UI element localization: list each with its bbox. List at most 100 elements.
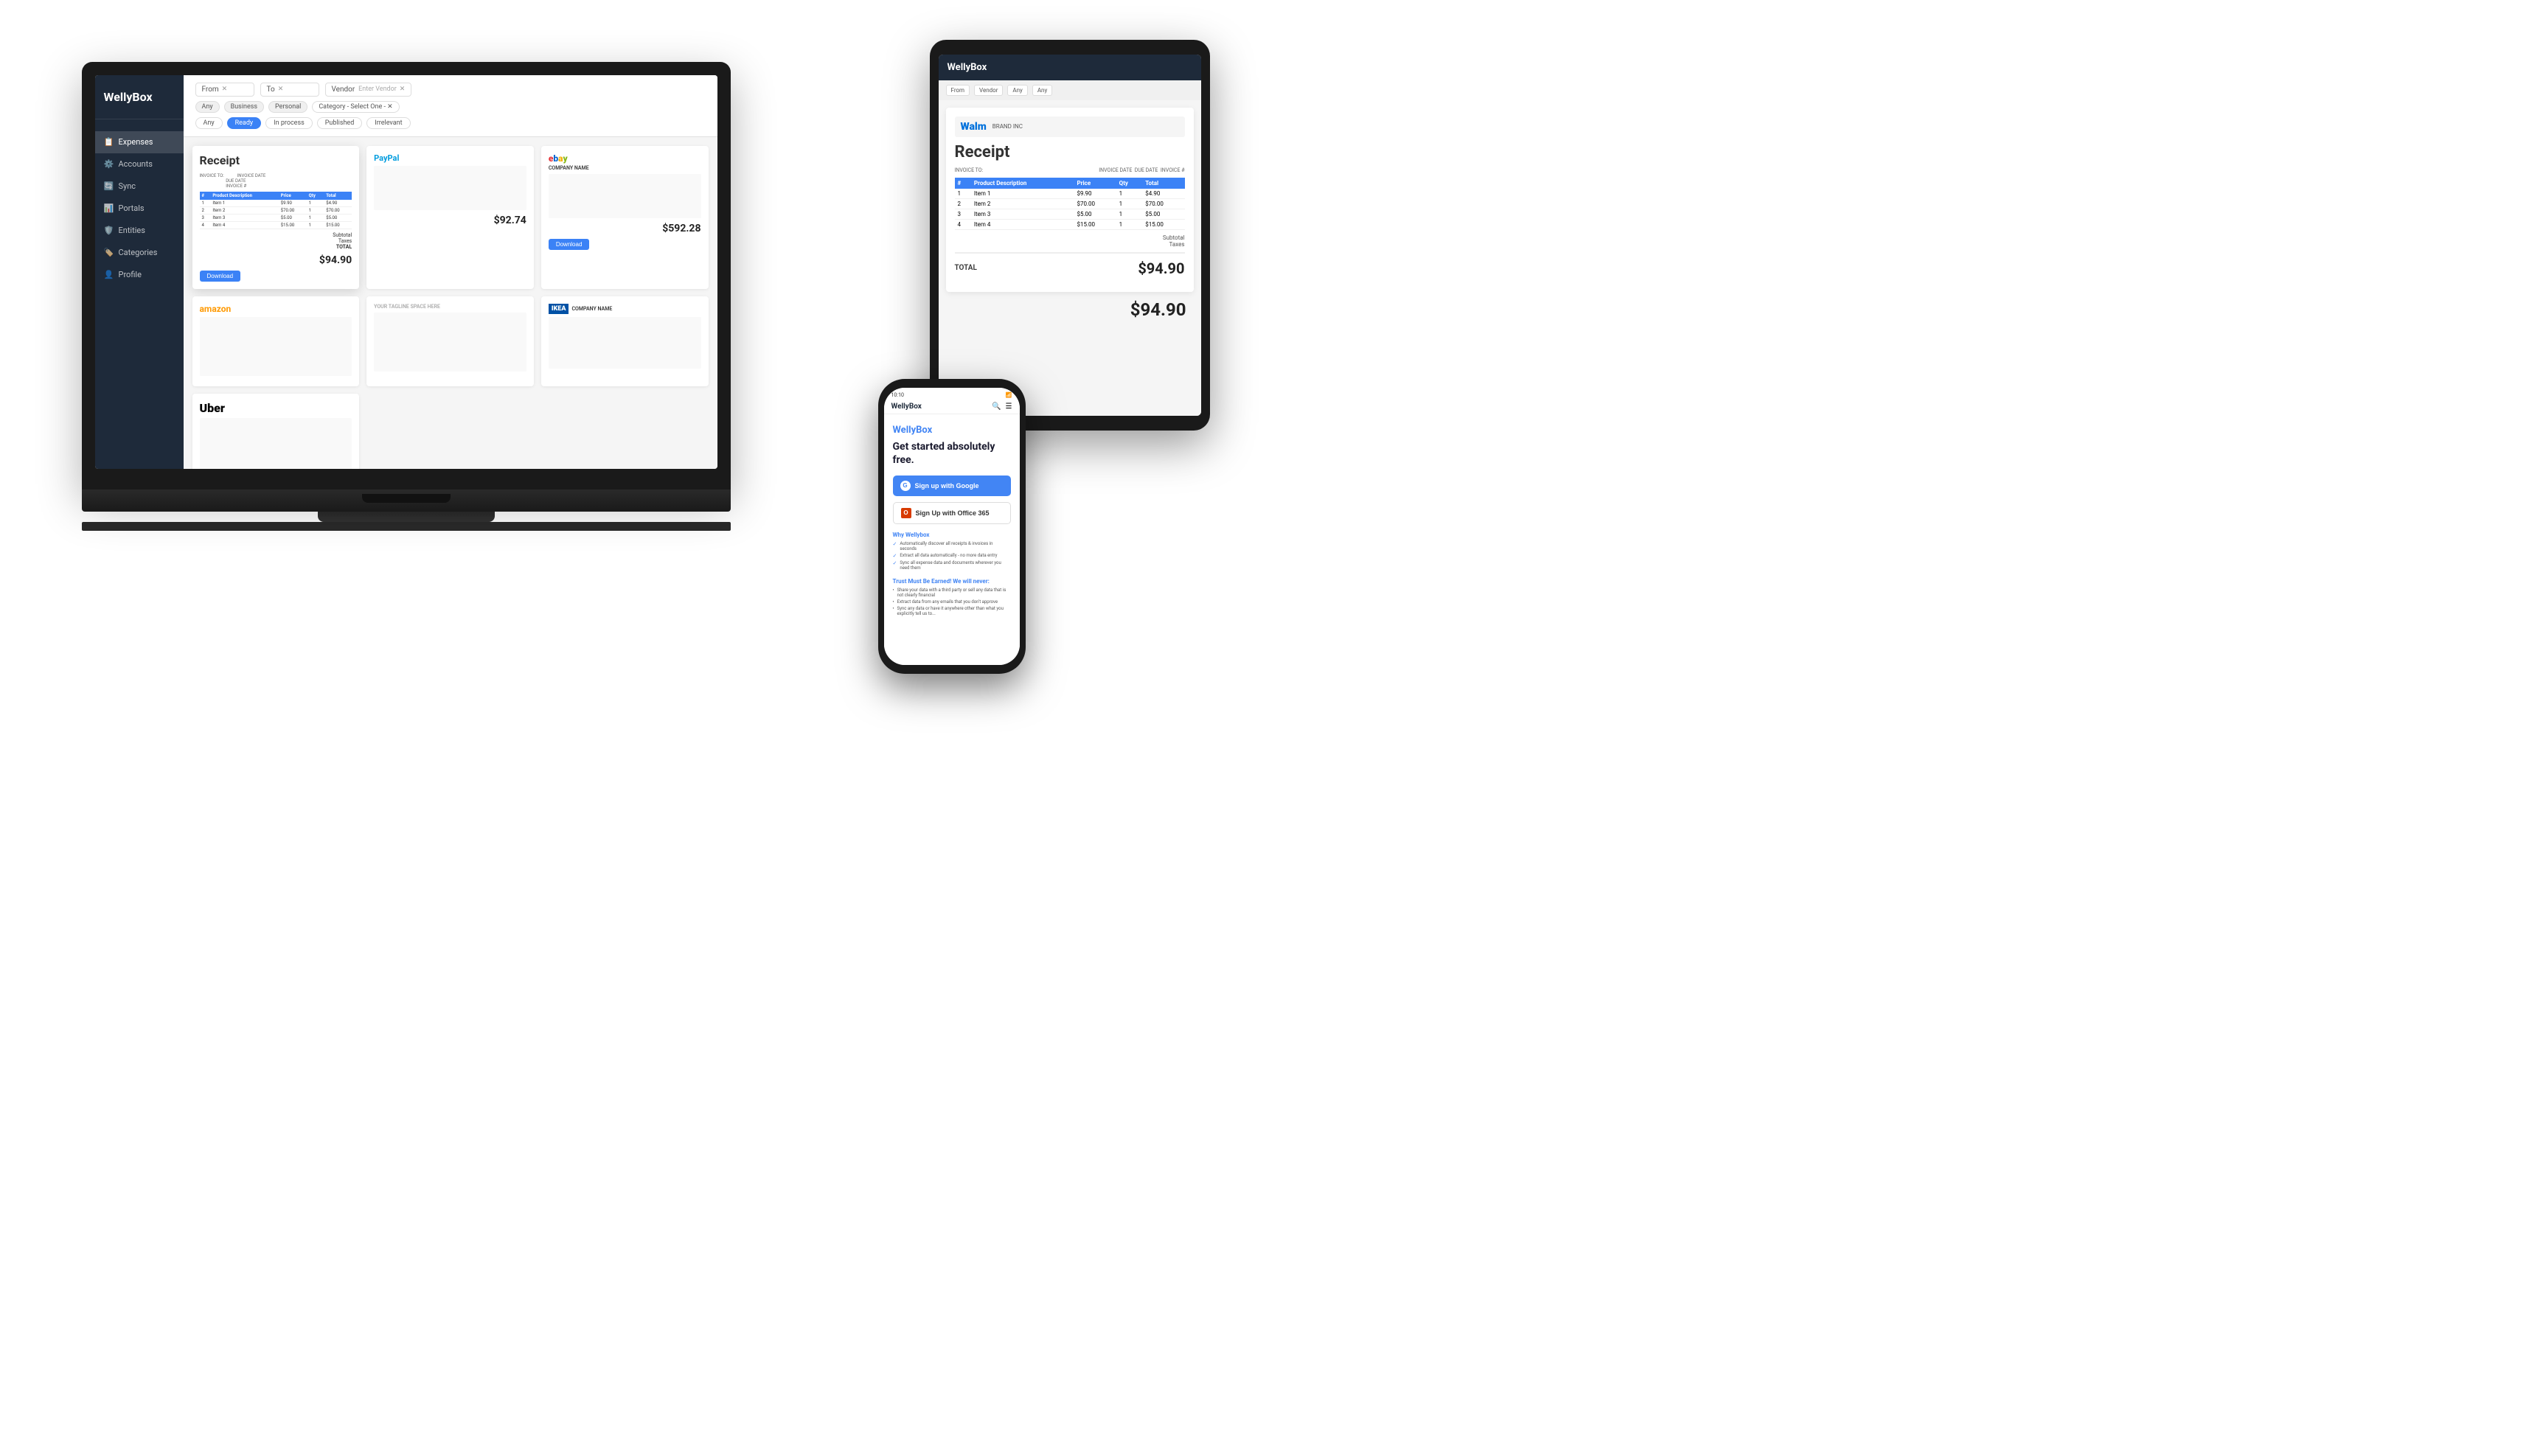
tablet-body: WellyBox From Vendor Any Any [930, 40, 1210, 431]
receipt-card-1: Receipt INVOICE TO: INVOICE DATE DUE DAT… [192, 146, 360, 289]
tablet-total-row: TOTAL $94.90 [955, 252, 1185, 283]
sync-icon: 🔄 [104, 181, 114, 192]
receipt-1-title: Receipt [200, 153, 352, 167]
col-price: Price [1074, 178, 1116, 189]
phone: 10:10 📶 WellyBox 🔍 ☰ WellyBox Get starte… [878, 379, 1026, 674]
ebay-download[interactable]: Download [549, 239, 590, 250]
search-icon[interactable]: 🔍 [992, 403, 1001, 411]
amazon-content [200, 317, 352, 376]
sidebar-item-expenses[interactable]: 📋 Expenses [95, 131, 184, 153]
tablet-total-label: TOTAL [955, 264, 977, 272]
bullet-2: • [893, 599, 894, 605]
vendor-input[interactable]: Vendor Enter Vendor ✕ [325, 83, 412, 97]
tablet-receipt-title: Receipt [955, 143, 1185, 161]
ikea-brand: IKEA [549, 304, 569, 314]
tablet-receipt-area: Walm BRAND INC Receipt INVOICE TO: INVOI… [939, 100, 1201, 416]
phone-screen: 10:10 📶 WellyBox 🔍 ☰ WellyBox Get starte… [884, 388, 1020, 665]
tag-personal[interactable]: Personal [268, 101, 307, 113]
paypal-amount: $92.74 [374, 215, 526, 226]
amazon-brand: amazon [200, 304, 352, 314]
ebay-content [549, 174, 701, 218]
laptop-body: WellyBox 📋 Expenses ⚙️ Accounts 🔄 Sync [82, 62, 731, 490]
tablet-any2-input[interactable]: Any [1032, 85, 1052, 96]
col-num: # [955, 178, 971, 189]
to-clear[interactable]: ✕ [278, 86, 284, 93]
tablet-content-wrapper: WellyBox From Vendor Any Any [939, 55, 1201, 416]
sidebar-item-label-portals: Portals [119, 203, 145, 213]
sidebar-item-entities[interactable]: 🛡️ Entities [95, 220, 184, 242]
sidebar-item-sync[interactable]: 🔄 Sync [95, 175, 184, 198]
tablet-invoice-meta: INVOICE TO: INVOICE DATE DUE DATE INVOIC… [955, 167, 1185, 173]
status-any[interactable]: Any [195, 117, 223, 129]
bullet-1: • [893, 588, 894, 593]
bullet-3: • [893, 606, 894, 611]
office-btn-label: Sign Up with Office 365 [916, 509, 990, 517]
table-row: 3Item 3$5.001$5.00 [955, 209, 1185, 219]
laptop-main-content: From ✕ To ✕ Vendor Enter Vendor ✕ [184, 75, 717, 469]
tablet-vendor-input[interactable]: Vendor [974, 85, 1003, 96]
status-irrelevant[interactable]: Irrelevant [366, 117, 410, 129]
uber-content [200, 418, 352, 469]
phone-trust-2: • Extract data from any emails that you … [893, 599, 1011, 605]
phone-signal: 📶 [1006, 392, 1012, 398]
google-btn-label: Sign up with Google [915, 482, 979, 490]
phone-trust-1: • Share your data with a third party or … [893, 588, 1011, 598]
receipt-1-invoice-info: INVOICE TO: INVOICE DATE DUE DATE INVOIC… [200, 173, 352, 189]
portals-icon: 📊 [104, 203, 114, 214]
phone-header-icons: 🔍 ☰ [992, 403, 1012, 411]
expenses-icon: 📋 [104, 137, 114, 147]
scene: WellyBox 📋 Expenses ⚙️ Accounts 🔄 Sync [45, 32, 1225, 696]
from-input[interactable]: From ✕ [195, 83, 254, 97]
google-signup-button[interactable]: G Sign up with Google [893, 476, 1011, 496]
phone-content: WellyBox Get started absolutely free. G … [884, 414, 1020, 665]
categories-icon: 🏷️ [104, 248, 114, 258]
sidebar-item-categories[interactable]: 🏷️ Categories [95, 242, 184, 264]
phone-body: 10:10 📶 WellyBox 🔍 ☰ WellyBox Get starte… [878, 379, 1026, 674]
tablet-from-input[interactable]: From [946, 85, 970, 96]
to-input[interactable]: To ✕ [260, 83, 319, 97]
vendor-clear[interactable]: ✕ [400, 86, 406, 93]
sidebar-item-label-categories: Categories [119, 248, 158, 257]
filter-row-date: From ✕ To ✕ Vendor Enter Vendor ✕ [195, 83, 706, 97]
laptop-stand [318, 512, 495, 522]
receipt-1-download[interactable]: Download [200, 271, 241, 282]
receipt-1-table: #Product DescriptionPriceQtyTotal 1Item … [200, 192, 352, 229]
phone-feature-2: ✓ Extract all data automatically - no mo… [893, 553, 1011, 559]
office-signup-button[interactable]: O Sign Up with Office 365 [893, 502, 1011, 524]
tablet-screen: WellyBox From Vendor Any Any [939, 55, 1201, 416]
status-tags: Any Ready In process Published Irrelevan… [195, 117, 706, 129]
tablet-invoice-dates: INVOICE DATE DUE DATE INVOICE # [1099, 167, 1184, 173]
phone-trust-3: • Sync any data or have it anywhere othe… [893, 606, 1011, 616]
accounts-icon: ⚙️ [104, 159, 114, 170]
table-row: 4Item 4$15.001$15.00 [955, 219, 1185, 229]
phone-status-bar: 10:10 📶 [884, 388, 1020, 400]
laptop: WellyBox 📋 Expenses ⚙️ Accounts 🔄 Sync [82, 62, 731, 666]
ikea-header: IKEA COMPANY NAME [549, 304, 701, 314]
sidebar-item-profile[interactable]: 👤 Profile [95, 264, 184, 286]
type-tags: Any Business Personal Category - Select … [195, 101, 400, 113]
paypal-brand: PayPal [374, 153, 526, 163]
status-published[interactable]: Published [317, 117, 363, 129]
receipt-1-amount: $94.90 [200, 254, 352, 266]
receipt-card-uber: Uber [192, 394, 360, 469]
tablet-any-input[interactable]: Any [1007, 85, 1027, 96]
phone-brand: WellyBox [891, 403, 922, 411]
entities-icon: 🛡️ [104, 226, 114, 236]
tag-category[interactable]: Category - Select One - ✕ [312, 101, 399, 113]
tag-any[interactable]: Any [195, 101, 220, 113]
status-inprocess[interactable]: In process [265, 117, 313, 129]
tag-business[interactable]: Business [224, 101, 264, 113]
menu-icon[interactable]: ☰ [1006, 403, 1012, 411]
phone-feature-text-2: Extract all data automatically - no more… [900, 553, 997, 558]
google-icon: G [900, 481, 911, 491]
ikea-company: COMPANY NAME [571, 306, 612, 312]
filter-row-tags: Any Business Personal Category - Select … [195, 101, 706, 113]
tablet-header: WellyBox [939, 55, 1201, 80]
laptop-sidebar: WellyBox 📋 Expenses ⚙️ Accounts 🔄 Sync [95, 75, 184, 469]
sidebar-item-portals[interactable]: 📊 Portals [95, 198, 184, 220]
sidebar-item-accounts[interactable]: ⚙️ Accounts [95, 153, 184, 175]
from-label: From [202, 86, 219, 94]
from-clear[interactable]: ✕ [222, 86, 228, 93]
status-ready[interactable]: Ready [227, 117, 262, 129]
laptop-brand: WellyBox [95, 90, 184, 119]
